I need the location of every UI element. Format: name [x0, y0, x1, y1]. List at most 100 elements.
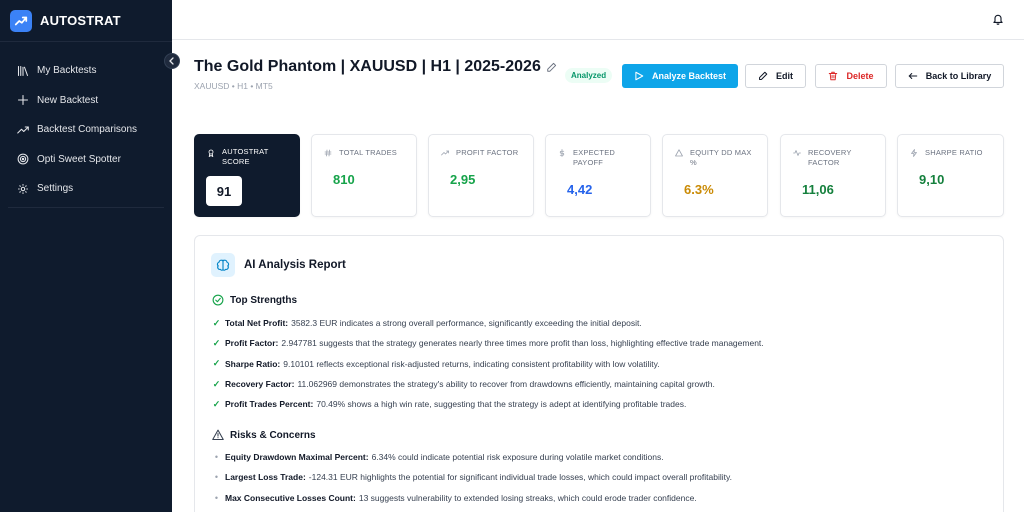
card-label: AUTOSTRAT SCORE [222, 147, 269, 166]
zap-icon [911, 149, 917, 157]
sidebar-divider [8, 206, 164, 208]
bullet-icon: • [214, 472, 219, 483]
warning-icon [212, 429, 224, 441]
check-icon: ✓ [212, 337, 221, 348]
profit-factor-value: 2,95 [450, 172, 476, 187]
profit-factor-card: PROFIT FACTOR 2,95 [428, 134, 534, 217]
check-icon: ✓ [212, 358, 221, 369]
back-to-library-button[interactable]: Back to Library [895, 64, 1004, 88]
list-item: ✓ Profit Trades Percent: 70.49% shows a hi… [212, 394, 987, 414]
delete-button[interactable]: Delete [815, 64, 887, 88]
strengths-heading-label: Top Strengths [230, 294, 298, 306]
expected-payoff-value: 4,42 [567, 182, 593, 197]
status-badge: Analyzed [565, 68, 613, 83]
sidebar-nav: My Backtests New Backtest Backtest Compa… [0, 42, 172, 208]
sidebar-item-label: My Backtests [37, 65, 97, 77]
play-icon [635, 71, 644, 81]
edit-label: Edit [776, 71, 793, 81]
sidebar-item-new-backtest[interactable]: New Backtest [0, 86, 172, 116]
item-key: Total Net Profit: [225, 318, 289, 329]
check-icon: ✓ [212, 317, 221, 328]
sidebar: AUTOSTRAT My Backtests New Backtest Back… [0, 0, 172, 512]
list-item: ✓ Sharpe Ratio: 9.10101 reflects exception… [212, 354, 987, 374]
list-item: • Largest Loss Trade: -124.31 EUR highligh… [212, 467, 987, 487]
collapse-sidebar-button[interactable] [164, 53, 180, 69]
app-name: AUTOSTRAT [40, 13, 121, 28]
activity-icon [793, 150, 801, 156]
sharpe-ratio-value: 9,10 [919, 172, 945, 187]
trash-icon [829, 71, 838, 81]
bullet-icon: • [214, 452, 219, 463]
item-key: Max Consecutive Losses Count: [225, 492, 356, 503]
autostrat-score-card: AUTOSTRAT SCORE 91 [194, 134, 300, 217]
target-icon [17, 153, 29, 165]
report-header: AI Analysis Report [211, 253, 346, 277]
brand[interactable]: AUTOSTRAT [0, 0, 172, 42]
item-text: 70.49% shows a high win rate, suggesting… [316, 399, 687, 410]
bell-icon[interactable] [992, 13, 1004, 25]
sharpe-ratio-card: SHARPE RATIO 9,10 [897, 134, 1004, 217]
arrow-left-icon [908, 73, 917, 79]
card-label: PROFIT FACTOR [456, 148, 519, 157]
item-key: Largest Loss Trade: [225, 472, 306, 483]
bullet-icon: • [214, 492, 219, 503]
check-circle-icon [212, 294, 224, 306]
ai-analysis-report: AI Analysis Report Top Strengths ✓ Total … [194, 235, 1004, 512]
trend-icon [17, 126, 29, 134]
report-title: AI Analysis Report [244, 259, 346, 271]
sidebar-item-label: Settings [37, 183, 74, 195]
list-item: ✓ Recovery Factor: 11.062969 demonstrates … [212, 374, 987, 394]
risks-list: • Equity Drawdown Maximal Percent: 6.34% c… [212, 447, 987, 508]
score-value: 91 [206, 176, 242, 206]
item-key: Sharpe Ratio: [225, 358, 281, 369]
sidebar-item-label: Backtest Comparisons [37, 124, 138, 136]
check-icon: ✓ [212, 378, 221, 389]
recovery-factor-card: RECOVERY FACTOR 11,06 [780, 134, 886, 217]
sidebar-item-opti-sweet-spotter[interactable]: Opti Sweet Spotter [0, 145, 172, 175]
sidebar-item-backtest-comparisons[interactable]: Backtest Comparisons [0, 115, 172, 145]
item-key: Recovery Factor: [225, 379, 295, 390]
pencil-icon [759, 71, 768, 80]
trend-up-icon [10, 9, 32, 32]
award-icon [208, 149, 214, 157]
item-text: 3582.3 EUR indicates a strong overall pe… [291, 318, 642, 329]
expected-payoff-card: EXPECTED PAYOFF 4,42 [545, 134, 651, 217]
check-icon: ✓ [212, 398, 221, 409]
sidebar-item-my-backtests[interactable]: My Backtests [0, 56, 172, 86]
top-bar [172, 0, 1024, 40]
strengths-list: ✓ Total Net Profit: 3582.3 EUR indicates a… [212, 313, 987, 414]
edit-button[interactable]: Edit [745, 64, 806, 88]
risks-heading-label: Risks & Concerns [230, 429, 316, 441]
recovery-factor-value: 11,06 [802, 182, 834, 197]
plus-icon [17, 95, 29, 106]
risks-heading: Risks & Concerns [212, 429, 316, 441]
sidebar-item-label: New Backtest [37, 94, 99, 106]
card-label: RECOVERY FACTOR [808, 148, 852, 167]
back-to-library-label: Back to Library [925, 71, 992, 81]
page-subtitle: XAUUSD • H1 • MT5 [194, 81, 273, 91]
sidebar-item-settings[interactable]: Settings [0, 174, 172, 204]
page-title: The Gold Phantom | XAUUSD | H1 | 2025-20… [194, 58, 541, 75]
total-trades-card: TOTAL TRADES 810 [311, 134, 417, 217]
delete-label: Delete [846, 71, 874, 81]
list-item: • Max Consecutive Losses Count: 13 suggest… [212, 488, 987, 508]
dollar-icon [559, 149, 565, 157]
item-key: Profit Factor: [225, 338, 279, 349]
card-label: EQUITY DD MAX % [690, 148, 752, 167]
list-item: ✓ Total Net Profit: 3582.3 EUR indicates a… [212, 313, 987, 333]
warning-icon [675, 149, 683, 157]
analyze-backtest-button[interactable]: Analyze Backtest [622, 64, 738, 88]
strengths-heading: Top Strengths [212, 294, 297, 306]
pencil-icon[interactable] [546, 62, 557, 73]
item-text: 2.947781 suggests that the strategy gene… [281, 338, 764, 349]
total-trades-value: 810 [333, 172, 355, 187]
sidebar-item-label: Opti Sweet Spotter [37, 153, 121, 165]
item-key: Profit Trades Percent: [225, 399, 314, 410]
item-text: 11.062969 demonstrates the strategy's ab… [297, 379, 715, 390]
equity-dd-max-card: EQUITY DD MAX % 6.3% [662, 134, 768, 217]
item-text: 9.10101 reflects exceptional risk-adjust… [283, 358, 660, 369]
card-label: TOTAL TRADES [339, 148, 397, 157]
page-header: The Gold Phantom | XAUUSD | H1 | 2025-20… [194, 58, 557, 91]
card-label: EXPECTED PAYOFF [573, 148, 616, 167]
trend-icon [441, 150, 449, 156]
